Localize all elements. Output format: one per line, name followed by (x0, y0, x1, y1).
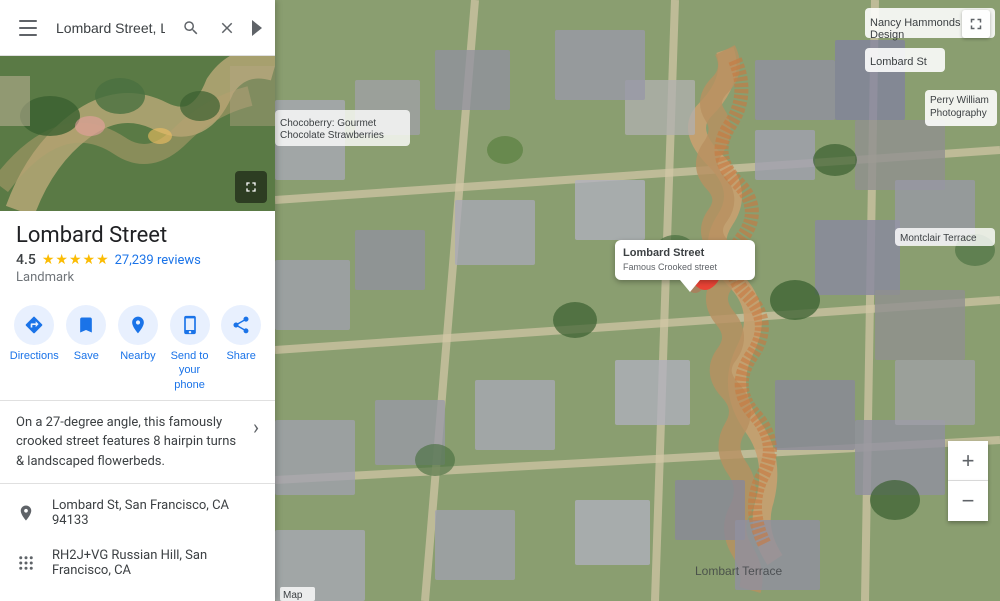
star-3: ★ (69, 252, 82, 268)
map-controls: + − (948, 441, 988, 521)
star-2: ★ (55, 252, 68, 268)
plus-code-row: RH2J+VG Russian Hill, San Francisco, CA (0, 538, 275, 588)
star-rating: ★ ★ ★ ★ ★ (42, 252, 109, 268)
send-to-phone-label: Send toyourphone (171, 349, 209, 392)
zoom-in-button[interactable]: + (948, 441, 988, 481)
search-input[interactable] (52, 10, 169, 46)
reviews-link[interactable]: 27,239 reviews (115, 253, 201, 268)
svg-text:Map: Map (283, 590, 303, 601)
address-row: Lombard St, San Francisco, CA 94133 (0, 488, 275, 538)
info-rows: Lombard St, San Francisco, CA 94133 RH2J… (0, 484, 275, 601)
share-label: Share (226, 349, 255, 363)
description-chevron-icon (253, 415, 259, 439)
sidebar: Lombard Street 4.5 ★ ★ ★ ★ ★ 27,239 revi… (0, 0, 275, 601)
zoom-out-button[interactable]: − (948, 481, 988, 521)
plus-code-icon (16, 553, 36, 573)
place-type: Landmark (16, 270, 259, 285)
plus-code-text: RH2J+VG Russian Hill, San Francisco, CA (52, 548, 259, 578)
map-expand-section (962, 10, 990, 38)
description-section[interactable]: On a 27-degree angle, this famously croo… (0, 401, 275, 485)
map-svg: Nancy Hammonds Design Lombard St Perry W… (275, 0, 1000, 601)
svg-text:Perry William: Perry William (930, 95, 989, 106)
search-bar (0, 0, 275, 56)
directions-icon (14, 305, 54, 345)
svg-text:Lombard Street: Lombard Street (623, 247, 705, 259)
map-fullscreen-button[interactable] (962, 10, 990, 38)
svg-text:Design: Design (870, 29, 904, 41)
place-image (0, 56, 275, 211)
search-input-wrap (52, 10, 169, 46)
map-area[interactable]: Nancy Hammonds Design Lombard St Perry W… (275, 0, 1000, 601)
send-to-phone-icon (170, 305, 210, 345)
svg-text:Lombart Terrace: Lombart Terrace (695, 564, 782, 578)
svg-text:Chocolate Strawberries: Chocolate Strawberries (280, 130, 384, 141)
svg-text:Photography: Photography (930, 108, 987, 119)
directions-button[interactable]: Directions (10, 305, 59, 392)
share-icon (221, 305, 261, 345)
address-text: Lombard St, San Francisco, CA 94133 (52, 498, 259, 528)
image-expand-button[interactable] (235, 171, 267, 203)
address-icon (16, 503, 36, 523)
nearby-label: Nearby (120, 349, 155, 363)
action-buttons: Directions Save Nearby (0, 293, 275, 401)
add-label-row[interactable]: Add a label (0, 588, 275, 601)
place-name: Lombard Street (16, 223, 259, 248)
nearby-icon (118, 305, 158, 345)
send-to-phone-button[interactable]: Send toyourphone (166, 305, 214, 392)
share-button[interactable]: Share (217, 305, 265, 392)
rating-row: 4.5 ★ ★ ★ ★ ★ 27,239 reviews (16, 252, 259, 268)
star-4: ★ (83, 252, 96, 268)
nearby-button[interactable]: Nearby (114, 305, 162, 392)
svg-text:Lombard St: Lombard St (870, 56, 927, 68)
hamburger-button[interactable] (8, 8, 48, 48)
rating-number: 4.5 (16, 252, 36, 268)
place-info: Lombard Street 4.5 ★ ★ ★ ★ ★ 27,239 revi… (0, 211, 275, 293)
save-label: Save (74, 349, 99, 363)
star-5: ★ (96, 252, 109, 268)
save-button[interactable]: Save (62, 305, 110, 392)
description-text: On a 27-degree angle, this famously croo… (16, 413, 245, 472)
svg-text:Famous Crooked street: Famous Crooked street (623, 262, 718, 272)
close-button[interactable] (209, 10, 245, 46)
save-icon (66, 305, 106, 345)
place-photo (0, 56, 275, 211)
expand-sidebar-button[interactable] (247, 8, 267, 48)
directions-label: Directions (10, 349, 59, 363)
svg-text:Nancy Hammonds: Nancy Hammonds (870, 17, 961, 29)
star-1: ★ (42, 252, 55, 268)
search-button[interactable] (173, 10, 209, 46)
svg-text:Chocoberry: Gourmet: Chocoberry: Gourmet (280, 118, 376, 129)
svg-text:Montclair Terrace: Montclair Terrace (900, 233, 977, 244)
